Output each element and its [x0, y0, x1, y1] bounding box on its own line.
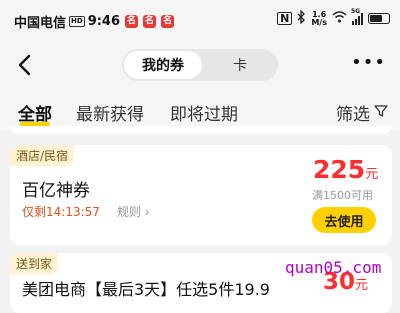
- coupon-countdown: 仅剩14:13:57: [22, 205, 100, 219]
- rules-label: 规则: [117, 205, 142, 219]
- nfc-icon: N: [277, 12, 293, 25]
- coupon-amount-unit: 元: [355, 278, 369, 293]
- status-time: 9:46: [87, 14, 121, 29]
- status-bar: 中国电信 HD 9:46 名 名 名 N 1.6 M/s 5G: [0, 0, 400, 40]
- filter-label: 筛选: [336, 105, 370, 125]
- battery-icon: [368, 13, 390, 24]
- coupon-amount-value: 225: [313, 155, 366, 184]
- notification-icon: 名: [143, 15, 157, 28]
- filter-tabs: 全部 最新获得 即将过期 筛选: [0, 90, 400, 130]
- coupon-title: 美团电商【最后3天】任选5件19.9: [22, 280, 270, 299]
- carrier-name: 中国电信: [14, 16, 67, 31]
- coupon-title: 百亿神券: [22, 181, 90, 201]
- tab-cards[interactable]: 卡: [204, 51, 276, 79]
- previous-coupon-card-edge: [10, 126, 392, 134]
- coupon-card[interactable]: 酒店/民宿 百亿神券 仅剩14:13:57 规则 › 225元 满1500可用 …: [10, 145, 392, 245]
- tab-expiring[interactable]: 即将过期: [170, 100, 238, 125]
- hd-badge: HD: [69, 16, 85, 27]
- coupon-amount: 225元: [313, 155, 378, 184]
- more-icon[interactable]: •••: [351, 54, 386, 72]
- funnel-icon: [374, 103, 388, 123]
- coupon-amount-unit: 元: [365, 167, 379, 182]
- segment-control: 我的券 卡: [122, 49, 278, 81]
- filter-button[interactable]: 筛选: [336, 100, 388, 125]
- coupon-condition: 满1500可用: [312, 189, 373, 202]
- network-speed: 1.6 M/s: [311, 9, 327, 27]
- back-arrow-icon[interactable]: [14, 53, 36, 77]
- coupon-category-tag: 送到家: [10, 253, 59, 274]
- coupon-category-tag: 酒店/民宿: [10, 145, 75, 166]
- notification-icon: 名: [161, 15, 175, 28]
- notification-icon: 名: [125, 15, 139, 28]
- signal-icon: 5G: [351, 8, 363, 25]
- status-right: N 1.6 M/s 5G: [277, 8, 390, 27]
- header: 我的券 卡 •••: [0, 40, 400, 90]
- wifi-icon: [332, 11, 347, 26]
- bluetooth-icon: [297, 9, 306, 27]
- watermark: quan05.com: [285, 258, 382, 277]
- chevron-right-icon: ›: [141, 205, 150, 219]
- status-left: 中国电信 HD 9:46 名 名 名: [14, 12, 175, 31]
- use-coupon-button[interactable]: 去使用: [312, 207, 376, 233]
- rules-link[interactable]: 规则 ›: [117, 203, 150, 220]
- tab-my-coupons[interactable]: 我的券: [124, 51, 202, 79]
- tab-newest[interactable]: 最新获得: [76, 100, 144, 125]
